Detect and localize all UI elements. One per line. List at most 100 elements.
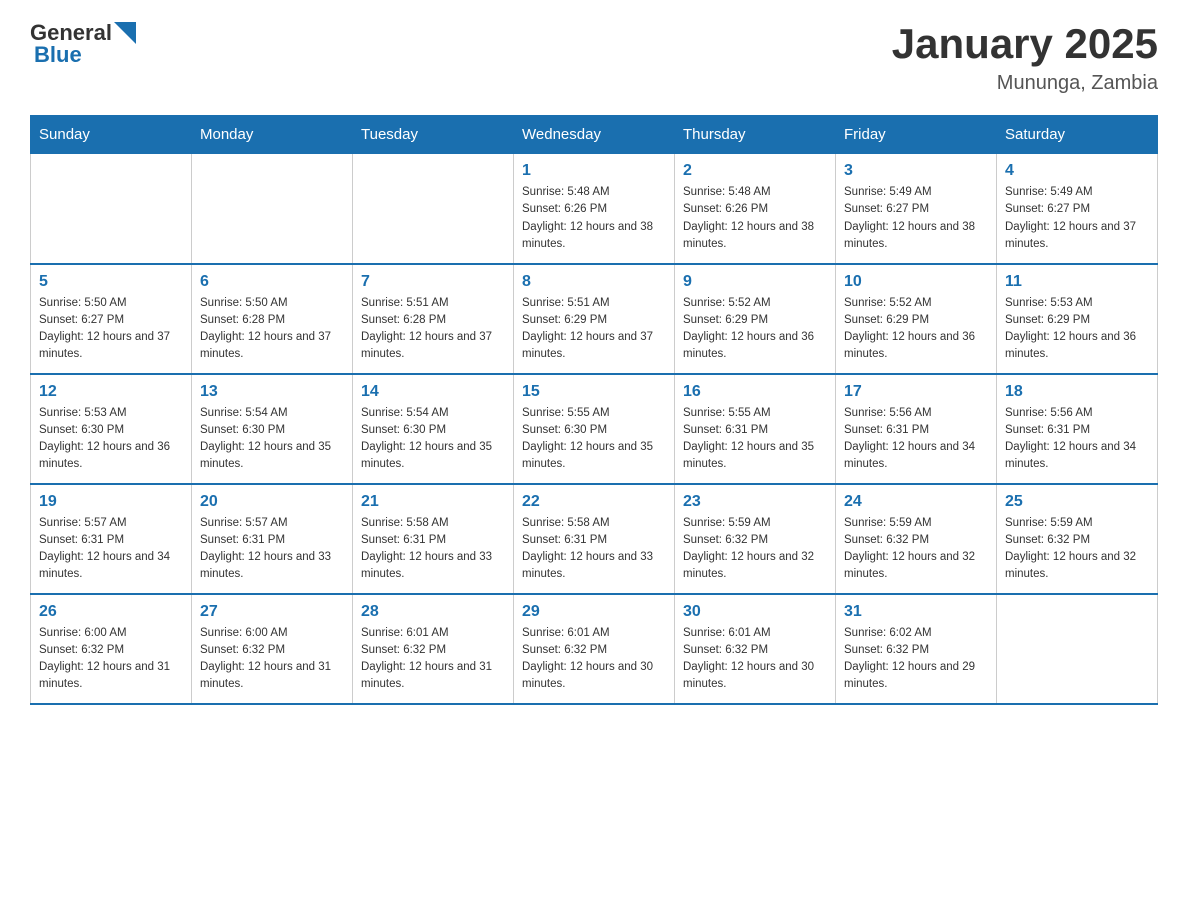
day-cell: 3Sunrise: 5:49 AM Sunset: 6:27 PM Daylig… xyxy=(836,154,997,264)
day-info: Sunrise: 6:01 AM Sunset: 6:32 PM Dayligh… xyxy=(522,625,666,694)
day-number: 12 xyxy=(39,383,183,401)
day-cell xyxy=(31,154,192,264)
logo-triangle-icon xyxy=(114,22,136,44)
day-info: Sunrise: 5:50 AM Sunset: 6:27 PM Dayligh… xyxy=(39,295,183,364)
day-cell: 1Sunrise: 5:48 AM Sunset: 6:26 PM Daylig… xyxy=(514,154,675,264)
day-number: 18 xyxy=(1005,383,1149,401)
calendar-subtitle: Mununga, Zambia xyxy=(892,72,1158,95)
day-cell: 7 Sunrise: 5:51 AM Sunset: 6:28 PM Daylig… xyxy=(353,264,514,374)
day-info: Sunrise: 5:48 AM Sunset: 6:26 PM Dayligh… xyxy=(683,184,827,253)
week-row-5: 26 Sunrise: 6:00 AM Sunset: 6:32 PM Dayli… xyxy=(31,594,1158,704)
day-info: Sunrise: 6:01 AM Sunset: 6:32 PM Dayligh… xyxy=(683,625,827,694)
day-number: 4 xyxy=(1005,162,1149,180)
day-number: 17 xyxy=(844,383,988,401)
day-info: Sunrise: 6:00 AM Sunset: 6:32 PM Dayligh… xyxy=(200,625,344,694)
day-cell: 26 Sunrise: 6:00 AM Sunset: 6:32 PM Dayli… xyxy=(31,594,192,704)
day-info: Sunrise: 5:55 AM Sunset: 6:31 PM Dayligh… xyxy=(683,405,827,474)
day-cell: 28 Sunrise: 6:01 AM Sunset: 6:32 PM Dayli… xyxy=(353,594,514,704)
day-number: 26 xyxy=(39,603,183,621)
day-cell xyxy=(353,154,514,264)
day-info: Sunrise: 5:58 AM Sunset: 6:31 PM Dayligh… xyxy=(522,515,666,584)
day-info: Sunrise: 5:53 AM Sunset: 6:29 PM Dayligh… xyxy=(1005,295,1149,364)
day-number: 2 xyxy=(683,162,827,180)
day-info: Sunrise: 5:57 AM Sunset: 6:31 PM Dayligh… xyxy=(200,515,344,584)
day-number: 6 xyxy=(200,273,344,291)
day-info: Sunrise: 5:59 AM Sunset: 6:32 PM Dayligh… xyxy=(683,515,827,584)
day-number: 14 xyxy=(361,383,505,401)
day-number: 9 xyxy=(683,273,827,291)
page-header: General Blue January 2025 Mununga, Zambi… xyxy=(30,20,1158,95)
day-number: 11 xyxy=(1005,273,1149,291)
day-number: 22 xyxy=(522,493,666,511)
day-number: 8 xyxy=(522,273,666,291)
header-thursday: Thursday xyxy=(675,116,836,154)
day-info: Sunrise: 5:56 AM Sunset: 6:31 PM Dayligh… xyxy=(844,405,988,474)
day-cell: 15 Sunrise: 5:55 AM Sunset: 6:30 PM Dayli… xyxy=(514,374,675,484)
day-cell xyxy=(997,594,1158,704)
day-cell: 21Sunrise: 5:58 AM Sunset: 6:31 PM Dayli… xyxy=(353,484,514,594)
day-cell: 23 Sunrise: 5:59 AM Sunset: 6:32 PM Dayli… xyxy=(675,484,836,594)
header-wednesday: Wednesday xyxy=(514,116,675,154)
day-info: Sunrise: 5:54 AM Sunset: 6:30 PM Dayligh… xyxy=(361,405,505,474)
day-number: 31 xyxy=(844,603,988,621)
day-number: 15 xyxy=(522,383,666,401)
day-cell: 27 Sunrise: 6:00 AM Sunset: 6:32 PM Dayli… xyxy=(192,594,353,704)
day-cell: 29 Sunrise: 6:01 AM Sunset: 6:32 PM Dayli… xyxy=(514,594,675,704)
day-number: 28 xyxy=(361,603,505,621)
day-cell: 25 Sunrise: 5:59 AM Sunset: 6:32 PM Dayli… xyxy=(997,484,1158,594)
day-number: 23 xyxy=(683,493,827,511)
day-cell: 5 Sunrise: 5:50 AM Sunset: 6:27 PM Daylig… xyxy=(31,264,192,374)
week-row-3: 12Sunrise: 5:53 AM Sunset: 6:30 PM Dayli… xyxy=(31,374,1158,484)
day-cell: 16 Sunrise: 5:55 AM Sunset: 6:31 PM Dayli… xyxy=(675,374,836,484)
week-row-4: 19 Sunrise: 5:57 AM Sunset: 6:31 PM Dayli… xyxy=(31,484,1158,594)
day-number: 25 xyxy=(1005,493,1149,511)
day-cell: 17 Sunrise: 5:56 AM Sunset: 6:31 PM Dayli… xyxy=(836,374,997,484)
header-tuesday: Tuesday xyxy=(353,116,514,154)
day-info: Sunrise: 5:55 AM Sunset: 6:30 PM Dayligh… xyxy=(522,405,666,474)
day-number: 5 xyxy=(39,273,183,291)
day-cell: 22 Sunrise: 5:58 AM Sunset: 6:31 PM Dayli… xyxy=(514,484,675,594)
day-info: Sunrise: 5:51 AM Sunset: 6:28 PM Dayligh… xyxy=(361,295,505,364)
day-info: Sunrise: 6:02 AM Sunset: 6:32 PM Dayligh… xyxy=(844,625,988,694)
day-cell: 9 Sunrise: 5:52 AM Sunset: 6:29 PM Daylig… xyxy=(675,264,836,374)
day-number: 29 xyxy=(522,603,666,621)
day-info: Sunrise: 5:51 AM Sunset: 6:29 PM Dayligh… xyxy=(522,295,666,364)
header-saturday: Saturday xyxy=(997,116,1158,154)
day-cell: 30 Sunrise: 6:01 AM Sunset: 6:32 PM Dayli… xyxy=(675,594,836,704)
day-info: Sunrise: 5:49 AM Sunset: 6:27 PM Dayligh… xyxy=(1005,184,1149,253)
day-info: Sunrise: 6:01 AM Sunset: 6:32 PM Dayligh… xyxy=(361,625,505,694)
day-cell: 10Sunrise: 5:52 AM Sunset: 6:29 PM Dayli… xyxy=(836,264,997,374)
day-info: Sunrise: 5:59 AM Sunset: 6:32 PM Dayligh… xyxy=(1005,515,1149,584)
day-number: 19 xyxy=(39,493,183,511)
day-number: 30 xyxy=(683,603,827,621)
header-monday: Monday xyxy=(192,116,353,154)
day-cell: 11 Sunrise: 5:53 AM Sunset: 6:29 PM Dayli… xyxy=(997,264,1158,374)
day-info: Sunrise: 6:00 AM Sunset: 6:32 PM Dayligh… xyxy=(39,625,183,694)
day-info: Sunrise: 5:58 AM Sunset: 6:31 PM Dayligh… xyxy=(361,515,505,584)
day-number: 7 xyxy=(361,273,505,291)
header-sunday: Sunday xyxy=(31,116,192,154)
day-number: 27 xyxy=(200,603,344,621)
logo: General Blue xyxy=(30,20,136,68)
day-cell: 24Sunrise: 5:59 AM Sunset: 6:32 PM Dayli… xyxy=(836,484,997,594)
day-cell: 6 Sunrise: 5:50 AM Sunset: 6:28 PM Daylig… xyxy=(192,264,353,374)
day-info: Sunrise: 5:52 AM Sunset: 6:29 PM Dayligh… xyxy=(844,295,988,364)
day-info: Sunrise: 5:48 AM Sunset: 6:26 PM Dayligh… xyxy=(522,184,666,253)
day-info: Sunrise: 5:57 AM Sunset: 6:31 PM Dayligh… xyxy=(39,515,183,584)
day-info: Sunrise: 5:50 AM Sunset: 6:28 PM Dayligh… xyxy=(200,295,344,364)
week-row-1: 1Sunrise: 5:48 AM Sunset: 6:26 PM Daylig… xyxy=(31,154,1158,264)
day-info: Sunrise: 5:49 AM Sunset: 6:27 PM Dayligh… xyxy=(844,184,988,253)
day-cell: 2 Sunrise: 5:48 AM Sunset: 6:26 PM Daylig… xyxy=(675,154,836,264)
day-number: 16 xyxy=(683,383,827,401)
day-cell: 4 Sunrise: 5:49 AM Sunset: 6:27 PM Daylig… xyxy=(997,154,1158,264)
day-number: 13 xyxy=(200,383,344,401)
day-info: Sunrise: 5:52 AM Sunset: 6:29 PM Dayligh… xyxy=(683,295,827,364)
day-cell: 19 Sunrise: 5:57 AM Sunset: 6:31 PM Dayli… xyxy=(31,484,192,594)
calendar-title: January 2025 xyxy=(892,20,1158,68)
day-number: 24 xyxy=(844,493,988,511)
day-cell xyxy=(192,154,353,264)
day-cell: 12Sunrise: 5:53 AM Sunset: 6:30 PM Dayli… xyxy=(31,374,192,484)
calendar-header-row: SundayMondayTuesdayWednesdayThursdayFrid… xyxy=(31,116,1158,154)
logo-blue-text: Blue xyxy=(34,42,82,68)
day-cell: 20Sunrise: 5:57 AM Sunset: 6:31 PM Dayli… xyxy=(192,484,353,594)
